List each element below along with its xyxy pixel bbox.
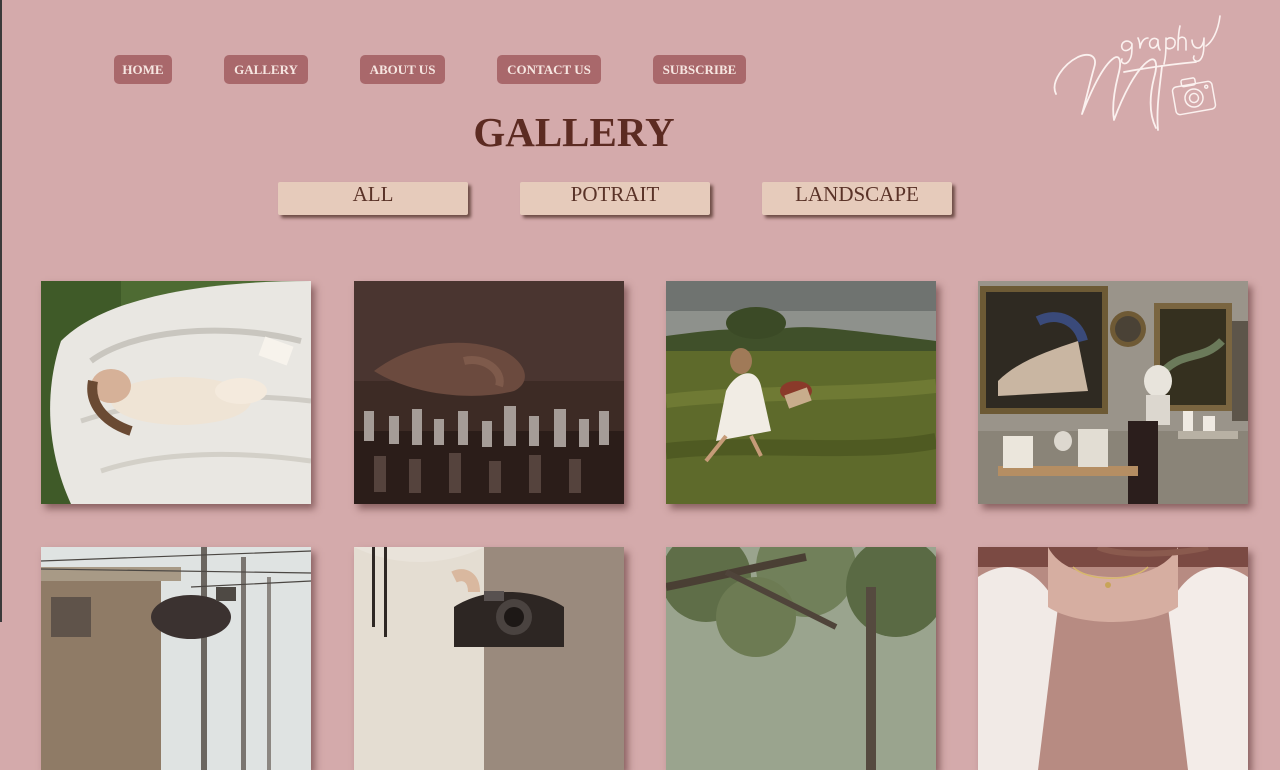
photo-trees-forest-image (666, 547, 936, 770)
photo-gallery (2, 0, 1280, 770)
photo-woman-running-field[interactable] (666, 281, 936, 504)
photo-street-power-lines[interactable] (41, 547, 311, 770)
photo-woman-running-field-image (666, 281, 936, 504)
photo-chess-hand-image (354, 281, 624, 504)
photo-woman-white-blouse[interactable] (978, 547, 1248, 770)
photo-art-gallery-room[interactable] (978, 281, 1248, 504)
photo-art-gallery-room-image (978, 281, 1248, 504)
photo-woman-sleeping-image (41, 281, 311, 504)
photo-trees-forest[interactable] (666, 547, 936, 770)
photo-street-power-lines-image (41, 547, 311, 770)
photo-person-camera[interactable] (354, 547, 624, 770)
photo-woman-white-blouse-image (978, 547, 1248, 770)
photo-chess-hand[interactable] (354, 281, 624, 504)
photo-person-camera-image (354, 547, 624, 770)
photo-woman-sleeping[interactable] (41, 281, 311, 504)
